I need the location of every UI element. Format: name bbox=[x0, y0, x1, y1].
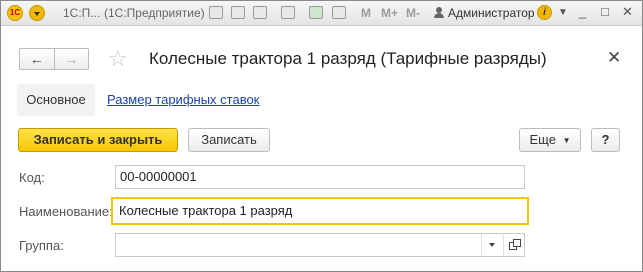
group-label: Группа: bbox=[19, 238, 64, 253]
info-icon[interactable]: i bbox=[537, 5, 552, 20]
save-button[interactable]: Записать bbox=[188, 128, 270, 152]
tab-rates-link[interactable]: Размер тарифных ставок bbox=[107, 92, 259, 107]
help-button[interactable]: ? bbox=[591, 128, 620, 152]
forward-button[interactable]: → bbox=[53, 49, 89, 69]
more-label: Еще bbox=[529, 132, 556, 147]
tab-main[interactable]: Основное bbox=[17, 84, 95, 116]
code-field[interactable]: 00-00000001 bbox=[115, 165, 525, 189]
preview-icon[interactable] bbox=[253, 6, 267, 19]
name-field[interactable]: Колесные трактора 1 разряд bbox=[111, 197, 529, 225]
title-bar: 1С 1С:П... (1С:Предприятие) M M+ M- Адми… bbox=[1, 1, 642, 26]
chevron-down-icon: ▼ bbox=[562, 136, 571, 145]
star-icon[interactable]: ☆ bbox=[108, 47, 128, 71]
print-icon[interactable] bbox=[231, 6, 245, 19]
page-title: Колесные трактора 1 разряд (Тарифные раз… bbox=[149, 49, 547, 68]
memory-plus-button[interactable]: M+ bbox=[381, 6, 398, 20]
window-close-button[interactable]: ✕ bbox=[622, 4, 633, 20]
menu-dropdown-icon[interactable] bbox=[29, 5, 45, 21]
group-field[interactable] bbox=[115, 233, 525, 257]
maximize-button[interactable]: □ bbox=[601, 4, 609, 19]
mail-icon[interactable] bbox=[281, 6, 295, 19]
back-button[interactable]: ← bbox=[20, 49, 54, 69]
minimize-button[interactable]: _ bbox=[579, 4, 586, 19]
open-icon[interactable] bbox=[503, 234, 524, 256]
user-name[interactable]: Администратор bbox=[448, 6, 535, 20]
name-label: Наименование: bbox=[19, 204, 113, 219]
chevron-down-icon[interactable]: ▼ bbox=[558, 7, 568, 18]
window-short-title: 1С:П... bbox=[63, 6, 101, 20]
memory-button[interactable]: M bbox=[361, 6, 371, 20]
save-icon[interactable] bbox=[209, 6, 223, 19]
save-and-close-button[interactable]: Записать и закрыть bbox=[18, 128, 178, 152]
form-window: 1С 1С:П... (1С:Предприятие) M M+ M- Адми… bbox=[0, 0, 643, 272]
code-label: Код: bbox=[19, 170, 45, 185]
app-title: (1С:Предприятие) bbox=[104, 6, 205, 20]
logo-icon[interactable]: 1С bbox=[7, 5, 23, 21]
calendar-icon[interactable] bbox=[332, 6, 346, 19]
chevron-down-icon[interactable] bbox=[481, 234, 501, 256]
user-icon bbox=[434, 7, 444, 18]
navigation-buttons: ← → bbox=[19, 48, 89, 70]
close-icon[interactable]: ✕ bbox=[607, 48, 621, 68]
calculator-icon[interactable] bbox=[309, 6, 323, 19]
memory-minus-button[interactable]: M- bbox=[406, 6, 420, 20]
more-button[interactable]: Еще ▼ bbox=[519, 128, 581, 152]
